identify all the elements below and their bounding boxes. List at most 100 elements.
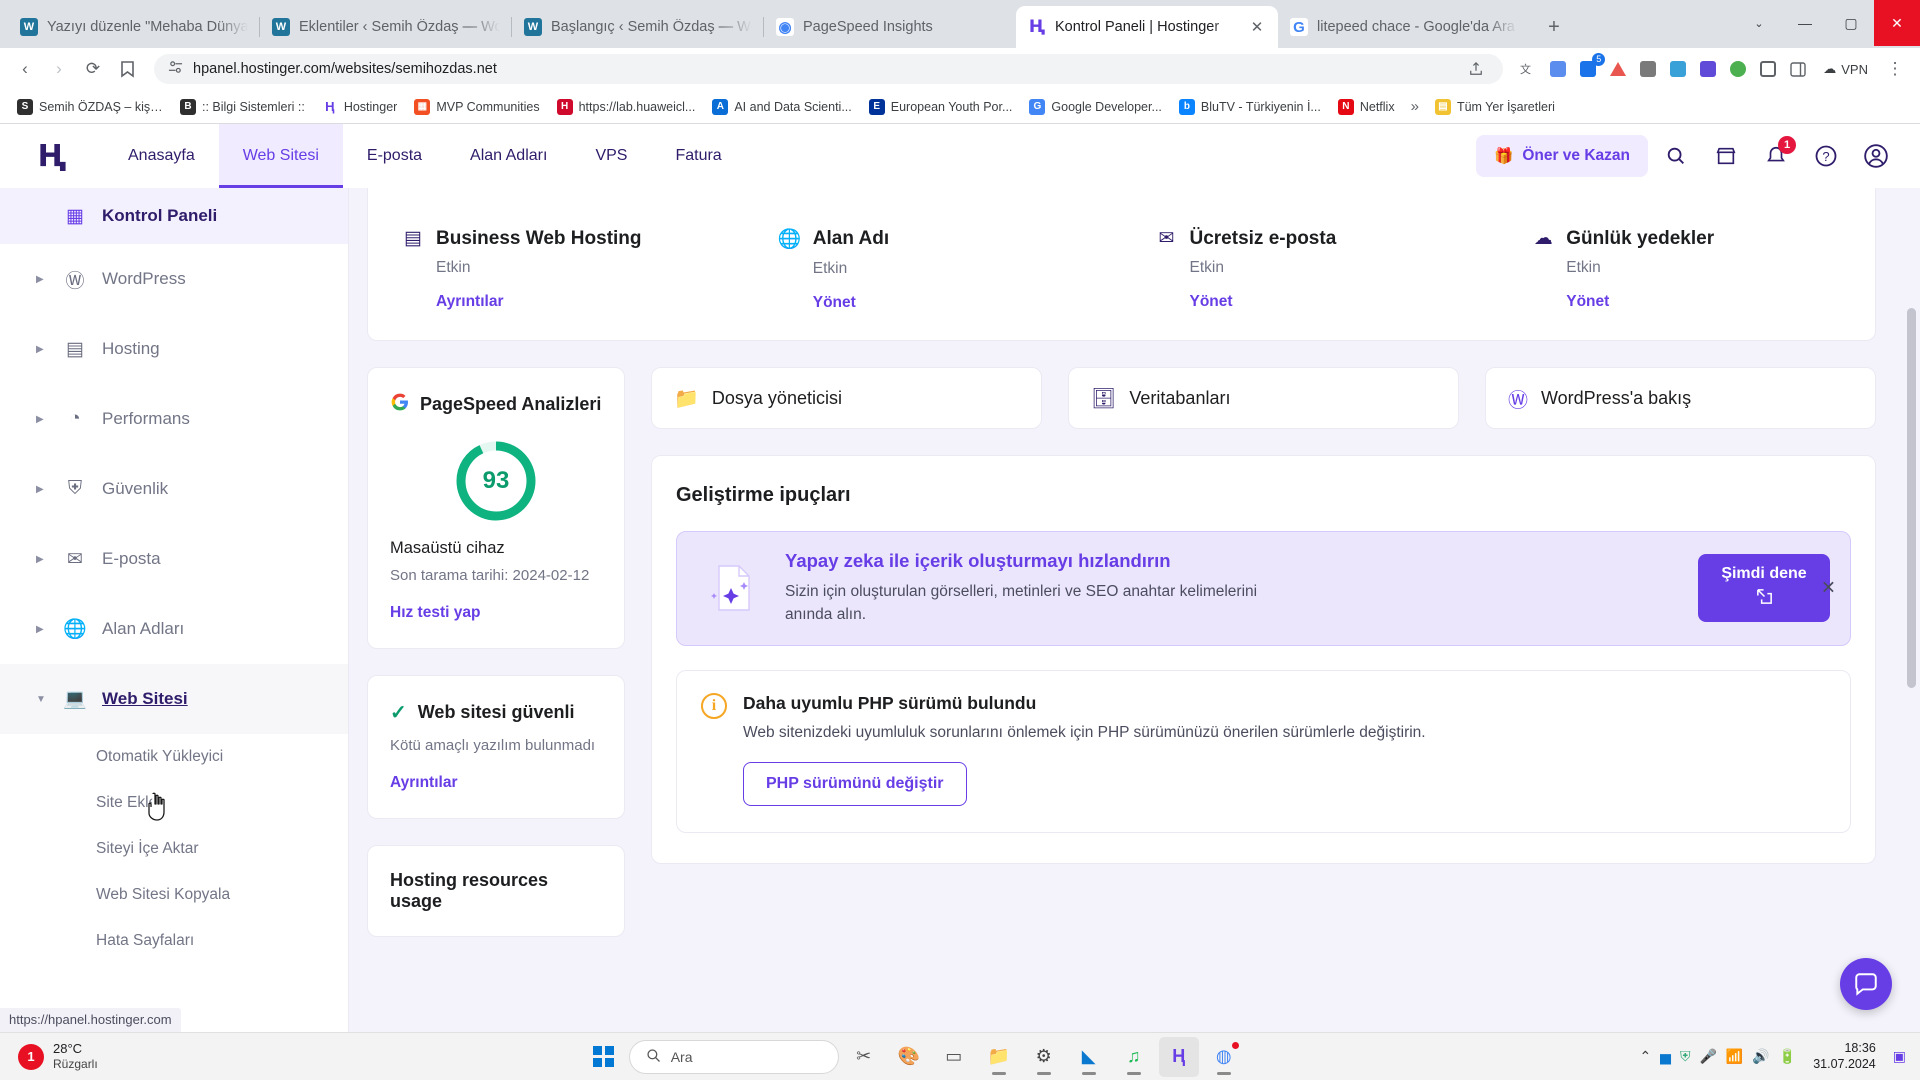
service-action-link[interactable]: Yönet — [813, 294, 1088, 312]
service-action-link[interactable]: Ayrıntılar — [436, 293, 711, 311]
nav-item-vps[interactable]: VPS — [571, 124, 651, 188]
extension-icon[interactable] — [1695, 56, 1721, 82]
sidebar-item-kontrol-paneli[interactable]: ▦ Kontrol Paneli — [0, 188, 348, 244]
security-details-link[interactable]: Ayrıntılar — [390, 774, 602, 792]
chrome-icon[interactable]: ◍ — [1204, 1037, 1244, 1077]
back-icon[interactable]: ‹ — [10, 54, 40, 84]
quick-link-dosya-yoneticisi[interactable]: 📁 Dosya yöneticisi — [651, 367, 1042, 429]
bookmark-item[interactable]: B:: Bilgi Sistemleri :: — [173, 95, 312, 119]
action-center-icon[interactable]: ▣ — [1893, 1048, 1906, 1065]
extension-icon[interactable] — [1665, 56, 1691, 82]
site-settings-icon[interactable] — [168, 60, 183, 79]
vscode-icon[interactable]: ◣ — [1069, 1037, 1109, 1077]
close-window-button[interactable]: ✕ — [1874, 0, 1920, 46]
notifications-icon[interactable]: 1 — [1754, 134, 1798, 178]
browser-menu-icon[interactable]: ⋮ — [1880, 54, 1910, 84]
extension-icon[interactable] — [1755, 56, 1781, 82]
sidebar-subitem-siteyi-ice-aktar[interactable]: Siteyi İçe Aktar — [0, 826, 348, 872]
share-icon[interactable] — [1463, 56, 1489, 82]
extension-lastpass-icon[interactable]: 5 — [1575, 53, 1606, 82]
quick-link-veritabanlari[interactable]: 🗄 Veritabanları — [1068, 367, 1459, 429]
reload-icon[interactable]: ⟳ — [78, 54, 108, 84]
bookmark-item[interactable]: E European Youth Por... — [862, 95, 1020, 119]
tab-search-icon[interactable]: ⌄ — [1736, 0, 1782, 46]
bookmark-item[interactable]: A AI and Data Scienti... — [705, 95, 858, 119]
windows-start-icon[interactable] — [584, 1037, 624, 1077]
bookmark-icon[interactable] — [112, 54, 142, 84]
bookmark-item[interactable]: ▦ MVP Communities — [407, 95, 546, 119]
scrollbar-thumb[interactable] — [1907, 308, 1916, 688]
forward-icon[interactable]: › — [44, 54, 74, 84]
sidebar-subitem-web-sitesi-kopyala[interactable]: Web Sitesi Kopyala — [0, 872, 348, 918]
nav-item-alan-adlari[interactable]: Alan Adları — [446, 124, 571, 188]
sidebar-subitem-otomatik-yukleyici[interactable]: Otomatik Yükleyici — [0, 734, 348, 780]
bookmark-item[interactable]: G Google Developer... — [1022, 95, 1169, 119]
chat-bubble-icon[interactable] — [1840, 958, 1892, 1010]
address-bar[interactable]: hpanel.hostinger.com/websites/semihozdas… — [154, 54, 1504, 84]
try-now-button[interactable]: Şimdi dene — [1698, 554, 1830, 623]
sidebar-item-guvenlik[interactable]: ▶ ⛨ Güvenlik — [0, 454, 348, 524]
sidebar-item-alan-adlari[interactable]: ▶ 🌐 Alan Adları — [0, 594, 348, 664]
translate-icon[interactable]: 文 — [1515, 56, 1541, 82]
vpn-button[interactable]: ☁ VPN — [1815, 56, 1876, 82]
bookmark-item[interactable]: b BluTV - Türkiyenin İ... — [1172, 95, 1328, 119]
file-explorer-icon[interactable]: 📁 — [979, 1037, 1019, 1077]
nav-item-eposta[interactable]: E-posta — [343, 124, 446, 188]
hostinger-browser-icon[interactable]: Ⱨ — [1158, 1036, 1199, 1077]
sidebar-item-wordpress[interactable]: ▶ Ⓦ WordPress — [0, 244, 348, 314]
quick-link-wordpress[interactable]: Ⓦ WordPress'a bakış — [1485, 367, 1876, 429]
extension-icon[interactable] — [1725, 56, 1751, 82]
browser-tab-active[interactable]: Ⱨ Kontrol Paneli | Hostinger ✕ — [1016, 6, 1278, 48]
spotify-icon[interactable]: ♫ — [1114, 1037, 1154, 1077]
nav-item-anasayfa[interactable]: Anasayfa — [104, 124, 219, 188]
browser-tab[interactable]: W Başlangıç ‹ Semih Özdaş — Wo — [511, 6, 764, 48]
service-action-link[interactable]: Yönet — [1190, 293, 1465, 311]
search-icon[interactable] — [1654, 134, 1698, 178]
snip-tool-icon[interactable]: ✂ — [844, 1037, 884, 1077]
show-hidden-icons[interactable]: ⌃ — [1639, 1048, 1651, 1065]
change-php-version-button[interactable]: PHP sürümünü değiştir — [743, 761, 967, 806]
minimize-button[interactable]: — — [1782, 0, 1828, 46]
mic-icon[interactable]: 🎤 — [1699, 1048, 1716, 1065]
browser-tab[interactable]: W Yazıyı düzenle "Mehaba Dünya — [8, 6, 260, 48]
weather-widget[interactable]: 1 28°C Rüzgarlı — [8, 1041, 188, 1072]
task-view-icon[interactable]: ▭ — [934, 1037, 974, 1077]
paint-icon[interactable]: 🎨 — [889, 1037, 929, 1077]
sidebar-item-performans[interactable]: ▶ ◔ Performans — [0, 384, 348, 454]
taskbar-search-input[interactable]: Ara — [628, 1039, 839, 1074]
extension-grammarly-icon[interactable] — [1605, 56, 1631, 82]
maximize-button[interactable]: ▢ — [1828, 0, 1874, 46]
battery-icon[interactable]: 🔋 — [1779, 1048, 1796, 1065]
stats-icon[interactable]: ▅ — [1660, 1048, 1671, 1065]
sidebar-subitem-hata-sayfalari[interactable]: Hata Sayfaları — [0, 918, 348, 964]
browser-tab[interactable]: W Eklentiler ‹ Semih Özdaş — Wo — [259, 6, 512, 48]
sidepanel-icon[interactable] — [1785, 56, 1811, 82]
extension-icon[interactable] — [1635, 56, 1661, 82]
refer-and-earn-button[interactable]: 🎁 Öner ve Kazan — [1476, 135, 1648, 177]
wifi-icon[interactable]: 📶 — [1726, 1048, 1743, 1065]
bookmarks-overflow-icon[interactable]: » — [1405, 94, 1425, 119]
sidebar-item-eposta[interactable]: ▶ ✉ E-posta — [0, 524, 348, 594]
sidebar-subitem-site-ekle[interactable]: Site Ekle — [0, 780, 348, 826]
help-icon[interactable]: ? — [1804, 134, 1848, 178]
run-speed-test-link[interactable]: Hız testi yap — [390, 604, 602, 622]
bookmark-item[interactable]: Ⱨ Hostinger — [315, 95, 405, 119]
taskbar-clock[interactable]: 18:36 31.07.2024 — [1805, 1041, 1884, 1072]
volume-icon[interactable]: 🔊 — [1752, 1048, 1769, 1065]
new-tab-button[interactable]: + — [1538, 11, 1570, 43]
store-icon[interactable] — [1704, 134, 1748, 178]
browser-tab[interactable]: G litepeed chace - Google'da Ara — [1278, 6, 1530, 48]
bookmark-item[interactable]: S Semih ÖZDAŞ – kişi... — [10, 95, 170, 119]
hostinger-logo-icon[interactable]: Ⱨ — [0, 139, 104, 174]
close-icon[interactable]: ✕ — [1248, 18, 1266, 36]
nav-item-web-sitesi[interactable]: Web Sitesi — [218, 124, 344, 188]
bookmark-folder[interactable]: ▤ Tüm Yer İşaretleri — [1428, 95, 1562, 119]
browser-tab[interactable]: ◉ PageSpeed Insights — [763, 6, 1016, 48]
nav-item-fatura[interactable]: Fatura — [651, 124, 745, 188]
sidebar-item-hosting[interactable]: ▶ ▤ Hosting — [0, 314, 348, 384]
bookmark-item[interactable]: N Netflix — [1331, 95, 1402, 119]
shield-tray-icon[interactable]: ⛨ — [1680, 1048, 1691, 1065]
close-icon[interactable]: ✕ — [1821, 578, 1836, 599]
account-icon[interactable] — [1854, 134, 1898, 178]
sidebar-item-web-sitesi[interactable]: ▼ 💻 Web Sitesi — [0, 664, 348, 734]
